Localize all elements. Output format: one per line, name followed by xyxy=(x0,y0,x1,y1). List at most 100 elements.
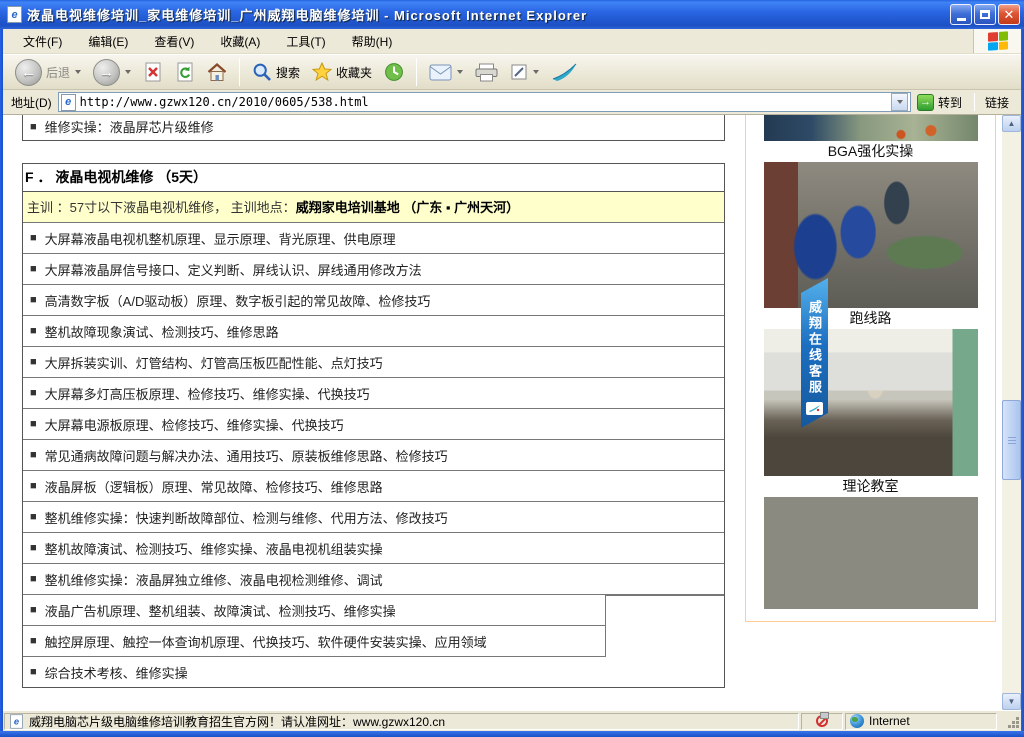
security-zone-panel: Internet xyxy=(845,713,997,730)
messenger-button[interactable] xyxy=(545,59,584,86)
back-button[interactable]: ← 后退 xyxy=(9,56,87,89)
course-lead-location: 威翔家电培训基地 （广东 ▪ 广州天河） xyxy=(296,200,519,215)
table-row: ■ 综合技术考核、维修实操 xyxy=(23,656,724,687)
status-message: 威翔电脑芯片级电脑维修培训教育招生官方网！请认准网址：www.gzwx120.c… xyxy=(29,713,445,730)
course-item-text: 整机维修实操：快速判断故障部位、检测与维修、代用方法、修改技巧 xyxy=(45,508,448,527)
course-lead-row: 主训 ：57寸以下液晶电视机维修， 主训地点：威翔家电培训基地 （广东 ▪ 广州… xyxy=(23,191,724,222)
forward-button[interactable]: → xyxy=(87,56,137,89)
table-row: ■ 大屏幕多灯高压板原理、检修技巧、维修实操、代换技巧 xyxy=(23,377,724,408)
menu-item[interactable]: 帮助(H) xyxy=(340,30,405,53)
home-button[interactable] xyxy=(201,59,233,85)
scroll-down-icon: ▼ xyxy=(1008,697,1016,706)
forward-dropdown-icon xyxy=(125,70,131,74)
refresh-icon xyxy=(175,62,195,82)
minimize-button[interactable] xyxy=(950,4,972,25)
service-logo-icon xyxy=(806,402,823,415)
menu-item[interactable]: 文件(F) xyxy=(11,30,74,53)
zone-label: Internet xyxy=(869,714,910,728)
address-url[interactable]: http://www.gzwx120.cn/2010/0605/538.html xyxy=(80,95,887,109)
course-item-text: 高清数字板（A/D驱动板）原理、数字板引起的常见故障、检修技巧 xyxy=(45,291,431,310)
edit-dropdown-icon xyxy=(533,70,539,74)
photo-caption: BGA强化实操 xyxy=(746,141,995,162)
menu-bar: 文件(F)编辑(E)查看(V)收藏(A)工具(T)帮助(H) xyxy=(3,29,1021,54)
table-row: ■ 大屏幕液晶屏信号接口、定义判断、屏线认识、屏线通用修改方法 xyxy=(23,253,724,284)
course-item-text: 液晶屏板（逻辑板）原理、常见故障、检修技巧、维修思路 xyxy=(45,477,383,496)
home-icon xyxy=(207,62,227,82)
mail-button[interactable] xyxy=(423,61,469,84)
course-item-text: 整机维修实操：液晶屏独立维修、液晶电视检测维修、调试 xyxy=(45,570,383,589)
status-page-icon: e xyxy=(10,714,23,728)
throbber-panel xyxy=(973,29,1021,53)
links-label[interactable]: 链接 xyxy=(985,94,1009,111)
course-item-text: 大屏拆装实训、灯管结构、灯管高压板匹配性能、点灯技巧 xyxy=(45,353,383,372)
status-message-panel: e 威翔电脑芯片级电脑维修培训教育招生官方网！请认准网址：www.gzwx120… xyxy=(4,713,799,730)
bullet-icon: ■ xyxy=(30,604,37,616)
back-dropdown-icon xyxy=(75,70,81,74)
course-item-text: 大屏幕电源板原理、检修技巧、维修实操、代换技巧 xyxy=(45,415,344,434)
standard-toolbar: ← 后退 → 搜索 收藏夹 xyxy=(3,54,1021,90)
bullet-icon: ■ xyxy=(30,356,37,368)
course-title: F ． 液晶电视机维修 （5天） xyxy=(23,164,724,191)
scroll-down-button[interactable]: ▼ xyxy=(1002,693,1021,710)
go-label: 转到 xyxy=(938,94,962,111)
window-title: 液晶电视维修培训_家电维修培训_广州威翔电脑维修培训 - Microsoft I… xyxy=(27,5,950,24)
online-service-label: 威翔在线客服 xyxy=(805,300,824,396)
search-label: 搜索 xyxy=(276,64,300,81)
maximize-button[interactable] xyxy=(974,4,996,25)
ie-logo-icon: e xyxy=(7,6,22,23)
menu-item[interactable]: 收藏(A) xyxy=(208,30,272,53)
scrollbar-thumb[interactable] xyxy=(1002,400,1021,480)
maximize-icon xyxy=(980,10,990,19)
bullet-icon: ■ xyxy=(30,115,37,140)
course-item-text: 整机故障现象演试、检测技巧、维修思路 xyxy=(45,322,279,341)
scroll-up-button[interactable]: ▲ xyxy=(1002,115,1021,132)
table-row: ■ 常见通病故障问题与解决办法、通用技巧、原装板维修思路、检修技巧 xyxy=(23,439,724,470)
table-row: ■ 整机维修实操：快速判断故障部位、检测与维修、代用方法、修改技巧 xyxy=(23,501,724,532)
stop-icon xyxy=(143,62,163,82)
vertical-scrollbar[interactable]: ▲ ▼ xyxy=(1002,115,1021,710)
course-item-text: 大屏幕多灯高压板原理、检修技巧、维修实操、代换技巧 xyxy=(45,384,370,403)
search-icon xyxy=(252,62,272,82)
print-button[interactable] xyxy=(469,60,504,85)
course-item-text: 液晶广告机原理、整机组装、故障演试、检测技巧、维修实操 xyxy=(45,601,396,620)
table-row: ■ 大屏幕电源板原理、检修技巧、维修实操、代换技巧 xyxy=(23,408,724,439)
table-row: ■ 高清数字板（A/D驱动板）原理、数字板引起的常见故障、检修技巧 xyxy=(23,284,724,315)
menu-item[interactable]: 工具(T) xyxy=(274,30,337,53)
online-service-ribbon[interactable]: 威翔在线客服 xyxy=(801,278,828,428)
address-input[interactable]: e http://www.gzwx120.cn/2010/0605/538.ht… xyxy=(58,92,911,112)
course-item-text: 大屏幕液晶电视机整机原理、显示原理、背光原理、供电原理 xyxy=(45,229,396,248)
swoosh-icon xyxy=(551,62,578,83)
close-icon: ✕ xyxy=(1004,8,1015,21)
table-row: ■ 液晶屏板（逻辑板）原理、常见故障、检修技巧、维修思路 xyxy=(23,470,724,501)
forward-icon: → xyxy=(93,59,120,86)
favorites-button[interactable]: 收藏夹 xyxy=(306,59,378,85)
addressbar-separator xyxy=(974,93,975,111)
title-bar: e 液晶电视维修培训_家电维修培训_广州威翔电脑维修培训 - Microsoft… xyxy=(0,0,1024,29)
previous-course-table: ■ 维修实操：液晶屏芯片级维修 xyxy=(22,115,725,141)
photo-theory-classroom xyxy=(764,329,978,476)
address-dropdown-button[interactable] xyxy=(891,93,908,111)
bullet-icon: ■ xyxy=(30,480,37,492)
menu-item[interactable]: 编辑(E) xyxy=(76,30,140,53)
go-icon: → xyxy=(917,94,934,111)
search-button[interactable]: 搜索 xyxy=(246,59,306,85)
history-icon xyxy=(384,62,404,82)
edit-button[interactable] xyxy=(504,60,545,84)
menu-item[interactable]: 查看(V) xyxy=(142,30,206,53)
popup-blocked-icon xyxy=(816,715,828,727)
bullet-icon: ■ xyxy=(30,542,37,554)
stop-button[interactable] xyxy=(137,59,169,85)
bullet-icon: ■ xyxy=(30,325,37,337)
close-button[interactable]: ✕ xyxy=(998,4,1020,25)
bullet-icon: ■ xyxy=(30,418,37,430)
mail-dropdown-icon xyxy=(457,70,463,74)
history-button[interactable] xyxy=(378,59,410,85)
address-bar: 地址(D) e http://www.gzwx120.cn/2010/0605/… xyxy=(3,90,1021,115)
edit-icon xyxy=(510,63,528,81)
photo-students-crowd xyxy=(764,497,978,609)
bullet-icon: ■ xyxy=(30,232,37,244)
resize-grip[interactable] xyxy=(1007,713,1021,730)
refresh-button[interactable] xyxy=(169,59,201,85)
go-button[interactable]: → 转到 xyxy=(917,94,962,111)
popup-blocked-panel[interactable] xyxy=(801,713,843,730)
